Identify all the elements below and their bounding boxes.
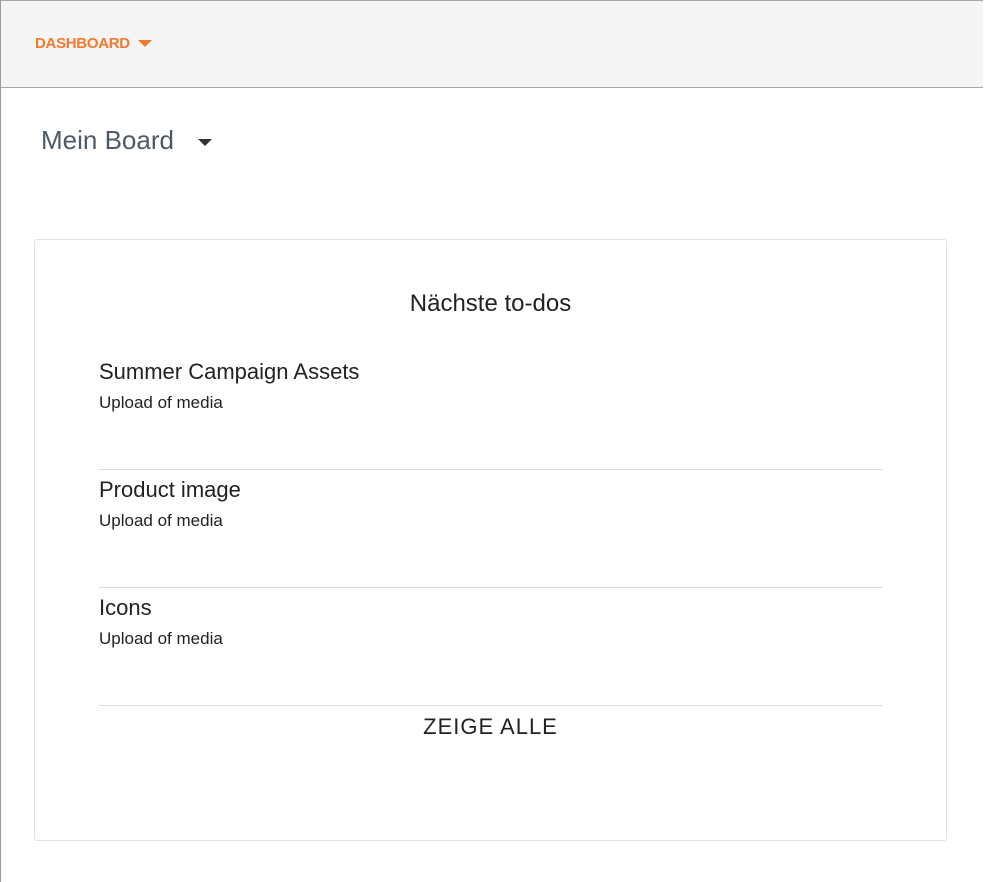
app-frame: DASHBOARD Mein Board Nächste to-dos Summ… <box>0 0 983 882</box>
todo-item[interactable]: Icons Upload of media <box>99 588 883 706</box>
chevron-down-icon <box>137 40 152 47</box>
todo-item-subtitle: Upload of media <box>99 511 223 530</box>
todo-card: Nächste to-dos Summer Campaign Assets Up… <box>34 239 947 841</box>
todo-item-title: Summer Campaign Assets <box>99 359 360 384</box>
top-bar: DASHBOARD <box>1 0 983 88</box>
todo-item-title: Icons <box>99 595 152 620</box>
todo-list: Summer Campaign Assets Upload of media P… <box>99 352 883 706</box>
todo-item[interactable]: Summer Campaign Assets Upload of media <box>99 352 883 470</box>
todo-item-subtitle: Upload of media <box>99 629 223 648</box>
chevron-down-icon <box>197 138 212 146</box>
board-dropdown[interactable]: Mein Board <box>41 125 212 156</box>
todo-item[interactable]: Product image Upload of media <box>99 470 883 588</box>
dashboard-menu[interactable]: DASHBOARD <box>35 35 152 52</box>
todo-item-title: Product image <box>99 477 241 502</box>
card-title: Nächste to-dos <box>409 290 572 317</box>
dashboard-menu-label: DASHBOARD <box>35 35 130 52</box>
board-dropdown-value: Mein Board <box>41 125 174 155</box>
todo-item-subtitle: Upload of media <box>99 393 223 412</box>
show-all-button[interactable]: ZEIGE ALLE <box>35 714 946 740</box>
